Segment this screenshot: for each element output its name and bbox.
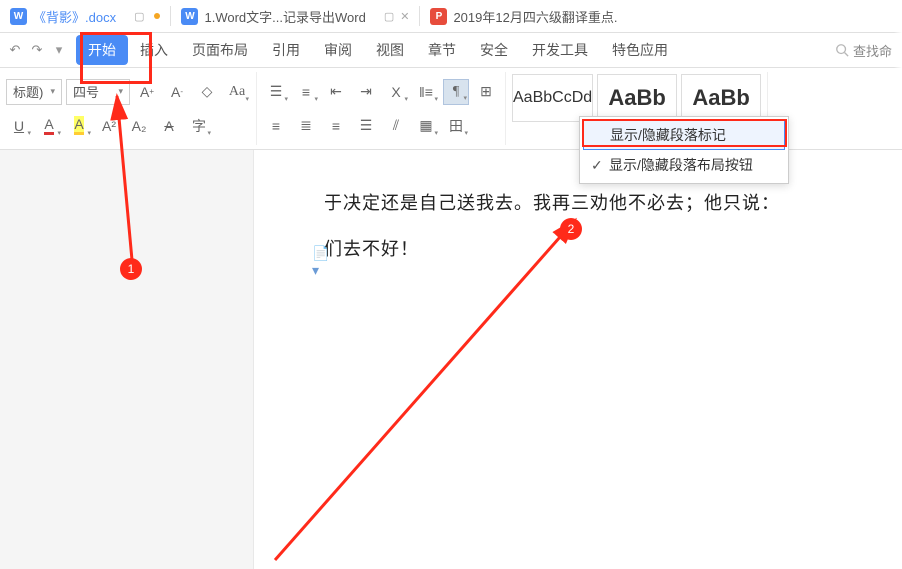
bullets-button[interactable]: ☰ (263, 79, 289, 105)
ribbon-tab-start[interactable]: 开始 (76, 35, 128, 65)
ribbon-tab-page-layout[interactable]: 页面布局 (180, 35, 260, 65)
pdf-doc-icon: P (430, 8, 447, 25)
document-area: 于决定还是自己送我去。我再三劝他不必去；他只说： 们去不好！ (0, 150, 902, 569)
search-icon (835, 43, 849, 57)
ribbon-tab-special[interactable]: 特色应用 (600, 35, 680, 65)
tab-window-icon[interactable]: ▢ (134, 10, 144, 23)
ribbon-group-font: 标题)▾ 四号▾ A+ A- ◇ Aa U A A A² A₂ A 字 (0, 72, 257, 145)
tab-close-icon[interactable]: ✕ (400, 10, 409, 23)
tab-document-2[interactable]: W 1.Word文字...记录导出Word ▢ ✕ (171, 0, 419, 32)
check-icon: ✓ (591, 157, 609, 174)
chevron-down-icon: ▾ (112, 86, 123, 97)
tab-title: 《背影》.docx (33, 7, 116, 26)
search-box[interactable]: 查找命 (825, 41, 902, 60)
increase-indent-button[interactable]: ⇥ (353, 79, 379, 105)
style-gallery-item-heading1[interactable]: AaBb (597, 74, 677, 122)
align-right-button[interactable]: ≡ (323, 113, 349, 139)
ribbon-tab-safe[interactable]: 安全 (468, 35, 520, 65)
dropdown-item-toggle-marks[interactable]: 显示/隐藏段落标记 (583, 120, 785, 150)
tab-title: 1.Word文字...记录导出Word (204, 7, 365, 26)
numbering-button[interactable]: ≡ (293, 79, 319, 105)
word-doc-icon: W (181, 8, 198, 25)
ribbon-tabs: 开始 插入 页面布局 引用 审阅 视图 章节 安全 开发工具 特色应用 (76, 35, 680, 65)
ribbon-tab-references[interactable]: 引用 (260, 35, 312, 65)
change-case-button[interactable]: Aa (224, 79, 250, 105)
subscript-button[interactable]: A₂ (126, 113, 152, 139)
style-sample: AaBb (692, 85, 749, 111)
paragraph-text: 们去不好！ (324, 232, 862, 266)
style-gallery-item-heading2[interactable]: AaBb (681, 74, 761, 122)
align-center-button[interactable]: ≣ (293, 113, 319, 139)
decrease-indent-button[interactable]: ⇤ (323, 79, 349, 105)
menu-bar: ↶ ↷ ▾ 开始 插入 页面布局 引用 审阅 视图 章节 安全 开发工具 特色应… (0, 33, 902, 68)
font-color-button[interactable]: A (36, 113, 62, 139)
distribute-button[interactable]: ⫽ (383, 113, 409, 139)
tab-title: 2019年12月四六级翻译重点. (453, 7, 617, 26)
ribbon-tab-dev[interactable]: 开发工具 (520, 35, 600, 65)
unsaved-dot-icon (154, 13, 160, 19)
navigation-sidebar[interactable] (0, 150, 254, 569)
qat-more-button[interactable]: ▾ (50, 41, 68, 59)
paragraph-marks-button[interactable]: ¶ (443, 79, 469, 105)
ribbon-group-paragraph: ☰ ≡ ⇤ ⇥ Χ ‖≡ ¶ ⊞ ≡ ≣ ≡ ☰ ⫽ ▦ 田 (257, 72, 506, 145)
style-gallery-item-normal[interactable]: AaBbCcDd (512, 74, 593, 122)
underline-button[interactable]: U (6, 113, 32, 139)
style-select-value: 标题) (13, 82, 43, 101)
text-direction-button[interactable]: Χ (383, 79, 409, 105)
redo-button[interactable]: ↷ (28, 41, 46, 59)
dropdown-item-toggle-layout-button[interactable]: ✓ 显示/隐藏段落布局按钮 (583, 150, 785, 180)
dropdown-item-label: 显示/隐藏段落布局按钮 (609, 155, 753, 175)
chevron-down-icon: ▾ (44, 86, 55, 97)
clear-format-button[interactable]: ◇ (194, 79, 220, 105)
align-left-button[interactable]: ≡ (263, 113, 289, 139)
font-size-select[interactable]: 四号 ▾ (66, 79, 130, 105)
paragraph-marks-dropdown: 显示/隐藏段落标记 ✓ 显示/隐藏段落布局按钮 (579, 116, 789, 184)
tab-window-icon[interactable]: ▢ (384, 10, 394, 23)
grow-font-button[interactable]: A+ (134, 79, 160, 105)
strikethrough-button[interactable]: A (156, 113, 182, 139)
tab-document-1[interactable]: W 《背影》.docx ▢ (0, 0, 170, 32)
style-select[interactable]: 标题)▾ (6, 79, 62, 105)
style-sample: AaBb (608, 85, 665, 111)
text-box-button[interactable]: ⊞ (473, 79, 499, 105)
highlight-button[interactable]: A (66, 113, 92, 139)
document-tabs-bar: W 《背影》.docx ▢ W 1.Word文字...记录导出Word ▢ ✕ … (0, 0, 902, 33)
tab-document-3[interactable]: P 2019年12月四六级翻译重点. (420, 0, 627, 32)
ribbon-tab-review[interactable]: 审阅 (312, 35, 364, 65)
search-placeholder: 查找命 (853, 41, 892, 60)
paragraph-text: 于决定还是自己送我去。我再三劝他不必去；他只说： (324, 186, 862, 220)
ribbon-tab-view[interactable]: 视图 (364, 35, 416, 65)
style-sample: AaBbCcDd (513, 89, 592, 107)
justify-button[interactable]: ☰ (353, 113, 379, 139)
superscript-button[interactable]: A² (96, 113, 122, 139)
shading-button[interactable]: ▦ (413, 113, 439, 139)
line-spacing-button[interactable]: ‖≡ (413, 79, 439, 105)
word-doc-icon: W (10, 8, 27, 25)
ribbon-tab-insert[interactable]: 插入 (128, 35, 180, 65)
document-page[interactable]: 于决定还是自己送我去。我再三劝他不必去；他只说： 们去不好！ (254, 150, 902, 569)
dropdown-item-label: 显示/隐藏段落标记 (610, 125, 726, 145)
ribbon-tab-chapter[interactable]: 章节 (416, 35, 468, 65)
borders-button[interactable]: 田 (443, 113, 469, 139)
quick-access-toolbar: ↶ ↷ ▾ (6, 41, 76, 59)
undo-button[interactable]: ↶ (6, 41, 24, 59)
char-border-button[interactable]: 字 (186, 113, 212, 139)
shrink-font-button[interactable]: A- (164, 79, 190, 105)
font-size-value: 四号 (73, 82, 99, 101)
paragraph-layout-icon[interactable]: 📄 ▾ (312, 245, 330, 263)
